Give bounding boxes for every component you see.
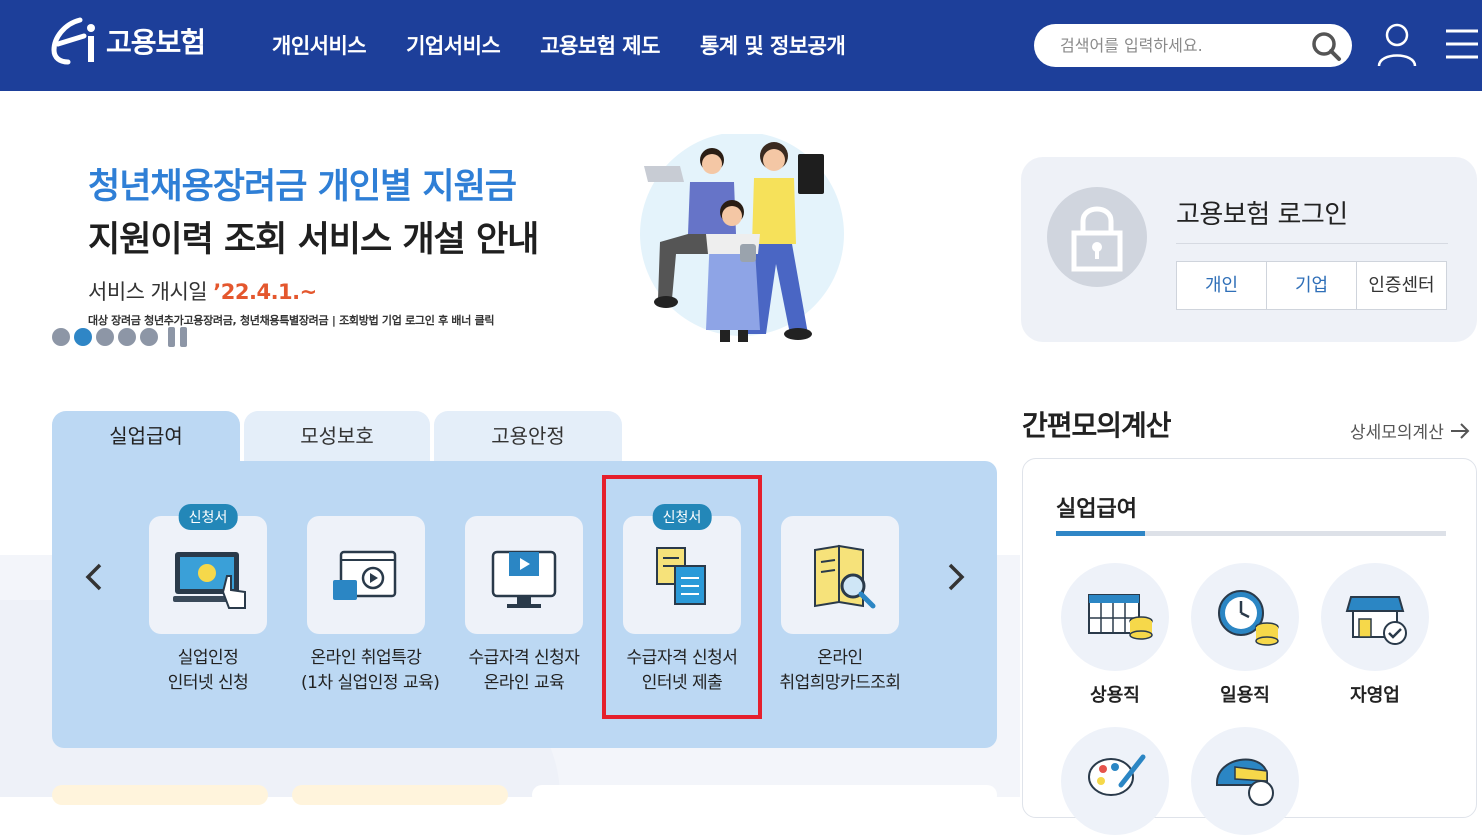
main-navigation: 개인서비스 기업서비스 고용보험 제도 통계 및 정보공개 <box>272 30 846 60</box>
computer-won-icon <box>173 552 246 609</box>
service-label: 온라인취업희망카드조회 <box>775 646 905 696</box>
calc-item-label: 자영업 <box>1350 685 1400 706</box>
detailed-calculator-link[interactable]: 상세모의계산 <box>1350 418 1470 443</box>
user-icon[interactable] <box>1376 22 1418 68</box>
service-label: 실업인정인터넷 신청 <box>143 646 273 696</box>
calc-daily-worker[interactable]: 일용직 <box>1191 563 1299 707</box>
hamburger-menu-icon[interactable] <box>1444 26 1478 62</box>
bottom-card-2 <box>292 785 508 805</box>
clock-coins-icon <box>1191 563 1299 671</box>
nav-personal-services[interactable]: 개인서비스 <box>272 30 367 60</box>
helmet-clock-icon <box>1191 727 1299 835</box>
banner-date-value: ’22.4.1.~ <box>213 280 317 304</box>
service-label-line1: 온라인 <box>817 648 863 668</box>
detailed-calculator-label: 상세모의계산 <box>1350 423 1444 443</box>
search-input[interactable] <box>1060 32 1300 59</box>
service-job-card-lookup[interactable]: 온라인취업희망카드조회 <box>775 516 905 696</box>
main-banner[interactable]: 청년채용장려금 개인별 지원금 지원이력 조회 서비스 개설 안내 서비스 개시… <box>88 158 539 328</box>
palette-icon <box>1061 727 1169 835</box>
service-icon-box <box>307 516 425 634</box>
bottom-card-3 <box>532 785 997 805</box>
calculator-subtitle: 실업급여 <box>1056 497 1137 522</box>
service-online-education[interactable]: 수급자격 신청자온라인 교육 <box>459 516 589 696</box>
service-label-line2: 취업희망카드조회 <box>779 673 901 693</box>
service-online-job-lecture[interactable]: 온라인 취업특강 (1차 실업인정 교육) <box>301 516 440 696</box>
service-label-line2: (1차 실업인정 교육) <box>301 673 440 693</box>
banner-note: 대상 장려금 청년추가고용장려금, 청년채용특별장려금 | 조회방법 기업 로그… <box>88 314 495 327</box>
calc-delivery-worker[interactable] <box>1191 727 1299 835</box>
bottom-card-1 <box>52 785 268 805</box>
people-illustration <box>640 134 844 342</box>
search-box <box>1034 24 1352 67</box>
service-label-line2: 인터넷 신청 <box>167 673 249 693</box>
certificate-center-button[interactable]: 인증센터 <box>1356 261 1447 310</box>
slide-dot-4[interactable] <box>118 328 136 346</box>
calc-regular-worker[interactable]: 상용직 <box>1061 563 1169 707</box>
calculator-box: 실업급여 상용직 일용직 자영업 <box>1022 458 1477 835</box>
service-label-line1: 수급자격 신청자 <box>468 648 580 668</box>
service-label-line1: 실업인정 <box>177 648 239 668</box>
logo-text: 고용보험 <box>106 26 206 59</box>
store-check-icon <box>1321 563 1429 671</box>
banner-date-line: 서비스 개시일 ’22.4.1.~ <box>88 276 538 306</box>
service-label-line2: 온라인 교육 <box>483 673 565 693</box>
login-panel: 고용보험 로그인 개인 기업 인증센터 <box>1021 157 1477 342</box>
monitor-play-icon <box>491 550 557 608</box>
login-divider <box>1176 243 1448 244</box>
application-badge: 신청서 <box>178 504 238 530</box>
calculator-tab-bar <box>1056 531 1446 536</box>
search-icon[interactable] <box>1310 30 1342 62</box>
calendar-coins-icon <box>1061 563 1169 671</box>
arrow-right-icon <box>1450 422 1470 439</box>
slide-pagination <box>52 327 187 347</box>
calc-self-employed[interactable]: 자영업 <box>1321 563 1429 707</box>
slide-dot-1[interactable] <box>52 328 70 346</box>
nav-insurance-system[interactable]: 고용보험 제도 <box>540 30 660 60</box>
banner-headline: 청년채용장려금 개인별 지원금 <box>88 167 517 207</box>
lock-icon-circle <box>1047 187 1147 287</box>
calc-item-label: 일용직 <box>1220 685 1270 706</box>
chevron-left-icon[interactable] <box>80 561 108 593</box>
site-logo[interactable]: 고용보험 <box>50 16 206 66</box>
slide-dot-5[interactable] <box>140 328 158 346</box>
service-icon-box <box>465 516 583 634</box>
service-label: 온라인 취업특강 (1차 실업인정 교육) <box>301 646 440 696</box>
slide-dot-3[interactable] <box>96 328 114 346</box>
service-unemployment-certification[interactable]: 신청서 실업인정인터넷 신청 <box>143 504 273 696</box>
calc-item-label: 상용직 <box>1090 685 1140 706</box>
login-buttons: 개인 기업 인증센터 <box>1176 261 1447 310</box>
service-icon-box <box>781 516 899 634</box>
highlight-box <box>602 475 762 719</box>
login-personal-button[interactable]: 개인 <box>1176 261 1267 310</box>
pause-icon[interactable] <box>168 327 187 347</box>
service-label: 수급자격 신청자온라인 교육 <box>459 646 589 696</box>
service-tabs: 실업급여 모성보호 고용안정 <box>52 411 622 463</box>
site-header: 고용보험 개인서비스 기업서비스 고용보험 제도 통계 및 정보공개 <box>0 0 1482 91</box>
document-search-icon <box>814 544 876 609</box>
banner-subheadline: 지원이력 조회 서비스 개설 안내 <box>88 220 539 260</box>
tab-panel: 신청서 실업인정 인터넷 신청 온라인 취업특강 (1차 실업인정 교육) 수급… <box>52 461 997 748</box>
banner-date-label: 서비스 개시일 <box>88 280 214 304</box>
login-title: 고용보험 로그인 <box>1176 200 1348 230</box>
video-folder-icon <box>333 550 397 600</box>
tab-unemployment-benefits[interactable]: 실업급여 <box>52 411 240 463</box>
service-icon-box: 신청서 <box>149 504 267 634</box>
chevron-right-icon[interactable] <box>942 561 970 593</box>
nav-business-services[interactable]: 기업서비스 <box>406 30 501 60</box>
service-label-line1: 온라인 취업특강 <box>310 648 422 668</box>
nav-statistics[interactable]: 통계 및 정보공개 <box>700 30 846 60</box>
calculator-title: 간편모의계산 <box>1022 409 1172 442</box>
ei-logo-icon <box>51 17 95 65</box>
slide-dot-2[interactable] <box>74 328 92 346</box>
tab-maternity-protection[interactable]: 모성보호 <box>244 411 430 463</box>
lock-icon <box>1071 206 1123 272</box>
login-business-button[interactable]: 기업 <box>1266 261 1357 310</box>
tab-employment-stability[interactable]: 고용안정 <box>434 411 622 463</box>
calc-artist[interactable] <box>1061 727 1169 835</box>
